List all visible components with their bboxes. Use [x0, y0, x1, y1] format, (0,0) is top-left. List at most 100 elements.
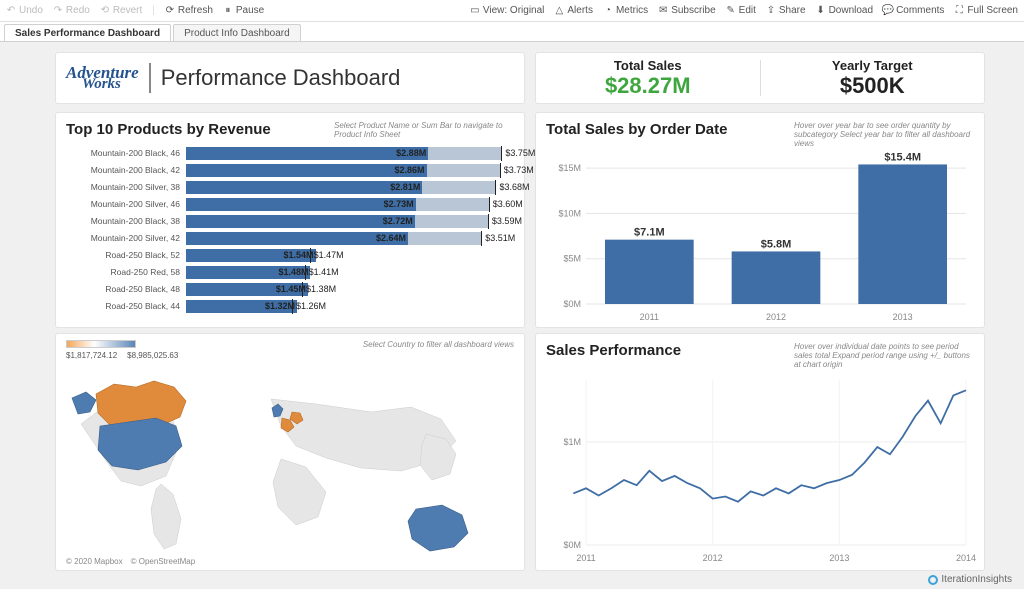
svg-text:$10M: $10M	[558, 208, 581, 218]
bar-row[interactable]: Road-250 Black, 52$1.54M$1.47M	[66, 247, 514, 263]
metrics-icon: ◔	[603, 6, 613, 16]
region-australia[interactable]	[408, 505, 468, 551]
brand-dot-icon	[928, 575, 938, 585]
bar-row[interactable]: Mountain-200 Silver, 46$2.73M$3.60M	[66, 196, 514, 212]
bar-value-primary: $2.88M	[396, 148, 428, 158]
legend-low: $1,817,724.12	[66, 351, 117, 360]
bar-row[interactable]: Mountain-200 Black, 38$2.72M$3.59M	[66, 213, 514, 229]
kpi-yearly-target: Yearly Target $500K	[761, 58, 985, 99]
bar-value-primary: $2.81M	[390, 182, 422, 192]
bar-row[interactable]: Road-250 Black, 48$1.45M$1.38M	[66, 281, 514, 297]
pause-label: Pause	[236, 5, 264, 16]
kpi-card: Total Sales $28.27M Yearly Target $500K	[535, 52, 985, 104]
top10-panel: Top 10 Products by Revenue Select Produc…	[55, 112, 525, 328]
footer-brand: IterationInsights	[928, 574, 1012, 585]
svg-text:2011: 2011	[576, 553, 595, 563]
svg-text:$5M: $5M	[563, 253, 581, 263]
attrib-mapbox: © 2020 Mapbox	[66, 557, 123, 566]
comment-icon: 💬	[883, 6, 893, 16]
svg-text:$0M: $0M	[563, 299, 581, 309]
bar-value-secondary: $3.60M	[489, 199, 523, 209]
kpi-value: $28.27M	[536, 73, 760, 99]
subscribe-button[interactable]: ✉Subscribe	[658, 5, 715, 16]
bar-value-secondary: $3.59M	[488, 216, 522, 226]
bar-value-secondary: $1.47M	[310, 250, 344, 260]
kpi-value: $500K	[761, 73, 985, 99]
undo-label: Undo	[19, 5, 43, 16]
refresh-label: Refresh	[178, 5, 213, 16]
pause-button[interactable]: ⏸Pause	[223, 5, 264, 16]
bar-value-primary: $2.73M	[384, 199, 416, 209]
svg-text:$15.4M: $15.4M	[884, 151, 921, 163]
edit-button[interactable]: ✎Edit	[726, 5, 756, 16]
undo-button[interactable]: ↶Undo	[6, 5, 43, 16]
bar-label: Mountain-200 Silver, 42	[66, 233, 186, 243]
tab-label: Product Info Dashboard	[184, 28, 290, 39]
bar-row[interactable]: Road-250 Black, 44$1.32M$1.26M	[66, 298, 514, 314]
tab-sales-performance[interactable]: Sales Performance Dashboard	[4, 24, 171, 41]
bar-label: Mountain-200 Black, 42	[66, 165, 186, 175]
bar-row[interactable]: Road-250 Red, 58$1.48M$1.41M	[66, 264, 514, 280]
redo-label: Redo	[66, 5, 90, 16]
redo-button[interactable]: ↷Redo	[53, 5, 90, 16]
refresh-button[interactable]: ⟳Refresh	[165, 5, 213, 16]
fullscreen-icon: ⛶	[954, 6, 964, 16]
world-map[interactable]	[66, 364, 516, 559]
footer-brand-label: IterationInsights	[941, 574, 1012, 585]
tsod-barchart[interactable]: $0M$5M$10M$15M$7.1M2011$5.8M2012$15.4M20…	[546, 149, 976, 324]
subscribe-label: Subscribe	[671, 5, 715, 16]
tsod-panel: Total Sales by Order Date Hover over yea…	[535, 112, 985, 328]
bar-value-secondary: $3.75M	[501, 148, 535, 158]
bar-label: Road-250 Red, 58	[66, 267, 186, 277]
bar-label: Mountain-200 Silver, 46	[66, 199, 186, 209]
panel-title: Sales Performance	[546, 342, 681, 359]
bar-row[interactable]: Mountain-200 Silver, 38$2.81M$3.68M	[66, 179, 514, 195]
view-button[interactable]: ▭View: Original	[470, 5, 545, 16]
bar-value-secondary: $3.73M	[500, 165, 534, 175]
fullscreen-button[interactable]: ⛶Full Screen	[954, 5, 1018, 16]
pause-icon: ⏸	[223, 6, 233, 16]
panel-hint: Hover over year bar to see order quantit…	[794, 121, 974, 149]
comments-button[interactable]: 💬Comments	[883, 5, 944, 16]
bar-label: Mountain-200 Black, 38	[66, 216, 186, 226]
pencil-icon: ✎	[726, 6, 736, 16]
svg-text:2012: 2012	[703, 553, 723, 563]
bar-row[interactable]: Mountain-200 Silver, 42$2.64M$3.51M	[66, 230, 514, 246]
sp-linechart[interactable]: $0M$1M2011201220132014	[546, 370, 976, 565]
download-label: Download	[829, 5, 873, 16]
view-label: View: Original	[483, 5, 545, 16]
svg-text:2013: 2013	[893, 312, 913, 322]
bar-value-primary: $2.72M	[383, 216, 415, 226]
top10-barchart[interactable]: Mountain-200 Black, 46$2.88M$3.75MMounta…	[66, 145, 514, 314]
sheet-tabs: Sales Performance Dashboard Product Info…	[0, 22, 1024, 42]
fullscreen-label: Full Screen	[967, 5, 1018, 16]
tab-product-info[interactable]: Product Info Dashboard	[173, 24, 301, 41]
bar-value-secondary: $1.38M	[302, 284, 336, 294]
page-title: Performance Dashboard	[161, 65, 401, 91]
svg-text:$5.8M: $5.8M	[761, 238, 792, 250]
region-alaska[interactable]	[72, 392, 96, 414]
bar-row[interactable]: Mountain-200 Black, 46$2.88M$3.75M	[66, 145, 514, 161]
metrics-button[interactable]: ◔Metrics	[603, 5, 648, 16]
metrics-label: Metrics	[616, 5, 648, 16]
share-icon: ⇪	[766, 6, 776, 16]
download-icon: ⬇	[816, 6, 826, 16]
dashboard-canvas: Adventure Works Performance Dashboard To…	[0, 42, 1024, 589]
panel-title: Total Sales by Order Date	[546, 121, 727, 138]
share-button[interactable]: ⇪Share	[766, 5, 806, 16]
bar-label: Road-250 Black, 44	[66, 301, 186, 311]
bar-row[interactable]: Mountain-200 Black, 42$2.86M$3.73M	[66, 162, 514, 178]
download-button[interactable]: ⬇Download	[816, 5, 873, 16]
svg-text:2011: 2011	[640, 312, 659, 322]
share-label: Share	[779, 5, 806, 16]
revert-button[interactable]: ⟲Revert	[100, 5, 142, 16]
legend-high: $8,985,025.63	[127, 351, 178, 360]
comments-label: Comments	[896, 5, 944, 16]
refresh-icon: ⟳	[165, 6, 175, 16]
svg-text:2013: 2013	[829, 553, 849, 563]
alerts-button[interactable]: △Alerts	[554, 5, 593, 16]
kpi-total-sales: Total Sales $28.27M	[536, 58, 760, 99]
svg-text:2012: 2012	[766, 312, 786, 322]
bar-value-secondary: $3.51M	[481, 233, 515, 243]
map-legend	[66, 340, 136, 348]
